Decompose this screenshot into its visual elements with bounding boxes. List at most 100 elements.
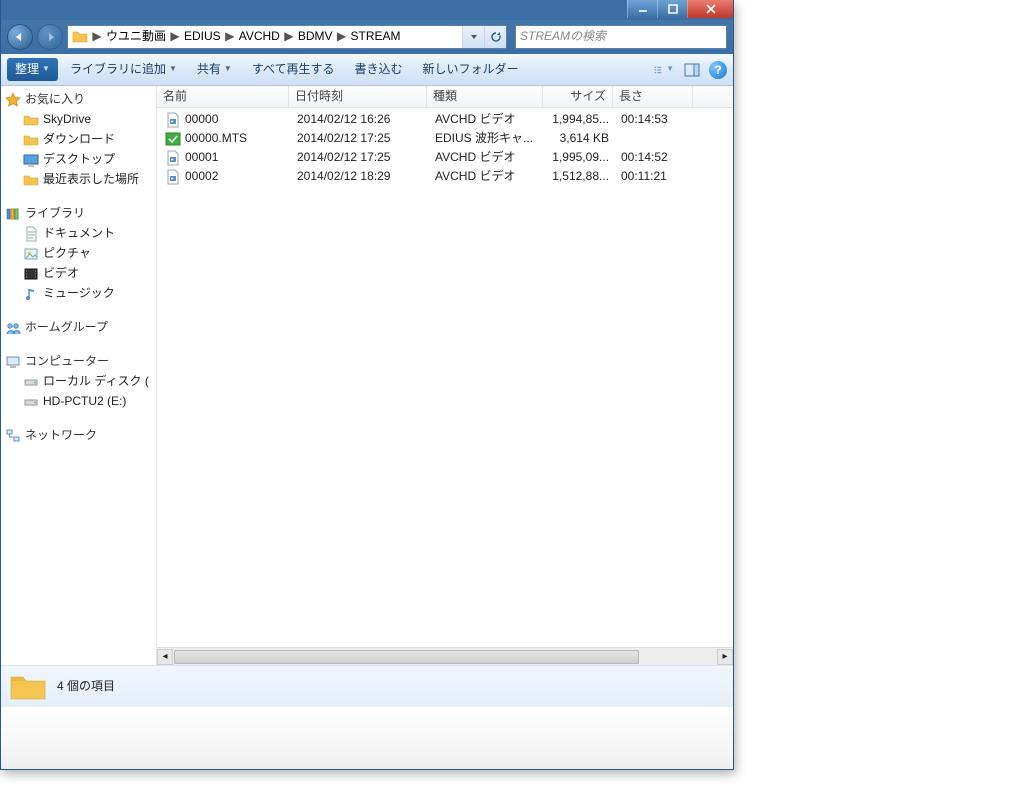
- scroll-left-button[interactable]: ◂: [157, 649, 173, 665]
- forward-button[interactable]: [37, 24, 63, 50]
- cell-date: 2014/02/12 18:29: [291, 169, 429, 185]
- cell-size: 1,994,85...: [545, 112, 615, 128]
- nav-label: ミュージック: [43, 286, 115, 302]
- libraries-group: ライブラリ ドキュメント ピクチャ ビデオ ミュージック: [1, 204, 156, 304]
- folder-icon: [23, 132, 39, 148]
- newfolder-button[interactable]: 新しいフォルダー: [415, 58, 527, 82]
- cell-date: 2014/02/12 17:25: [291, 131, 429, 147]
- libraries-header[interactable]: ライブラリ: [1, 204, 156, 224]
- nav-external-drive[interactable]: HD-PCTU2 (E:): [1, 392, 156, 412]
- file-row[interactable]: 000002014/02/12 16:26AVCHD ビデオ1,994,85..…: [157, 110, 733, 129]
- col-name[interactable]: 名前: [157, 86, 289, 107]
- preview-pane-button[interactable]: [681, 60, 703, 80]
- refresh-button[interactable]: [484, 25, 506, 49]
- nav-label: ピクチャ: [43, 246, 91, 262]
- drive-icon: [23, 394, 39, 410]
- view-menu[interactable]: ▼: [653, 60, 675, 80]
- computer-header[interactable]: コンピューター: [1, 352, 156, 372]
- cell-size: 3,614 KB: [545, 131, 615, 147]
- cell-size: 1,512,88...: [545, 169, 615, 185]
- nav-pictures[interactable]: ピクチャ: [1, 244, 156, 264]
- maximize-button[interactable]: [657, 0, 687, 18]
- content-pane: 名前 日付時刻 種類 サイズ 長さ 000002014/02/12 16:26A…: [156, 86, 733, 665]
- nav-documents[interactable]: ドキュメント: [1, 224, 156, 244]
- video-icon: [23, 266, 39, 282]
- include-library-menu[interactable]: ライブラリに追加▼: [62, 58, 185, 82]
- burn-label: 書き込む: [355, 62, 403, 78]
- organize-menu[interactable]: 整理▼: [7, 58, 58, 82]
- crumb[interactable]: ウユニ動画: [102, 27, 170, 47]
- cell-type: AVCHD ビデオ: [429, 150, 545, 166]
- file-row[interactable]: 000022014/02/12 18:29AVCHD ビデオ1,512,88..…: [157, 167, 733, 186]
- crumb[interactable]: AVCHD: [235, 27, 284, 47]
- folder-icon: [23, 112, 39, 128]
- chevron-right-icon: ▶: [92, 29, 102, 45]
- chevron-down-icon: [470, 33, 478, 41]
- favorites-group: お気に入り SkyDrive ダウンロード デスクトップ 最近表示した場所: [1, 90, 156, 190]
- address-dropdown-button[interactable]: [462, 25, 484, 49]
- arrow-left-icon: [14, 31, 26, 43]
- back-button[interactable]: [7, 24, 33, 50]
- playall-button[interactable]: すべて再生する: [244, 58, 343, 82]
- nav-localdisk[interactable]: ローカル ディスク (: [1, 372, 156, 392]
- minimize-icon: [638, 4, 648, 14]
- folder-icon: [9, 671, 47, 703]
- maximize-icon: [668, 4, 678, 14]
- cell-length: 00:14:53: [615, 112, 695, 128]
- minimize-button[interactable]: [627, 0, 657, 18]
- cell-length: 00:11:21: [615, 169, 695, 185]
- arrow-right-icon: [44, 31, 56, 43]
- libraries-label: ライブラリ: [25, 206, 85, 222]
- nav-desktop[interactable]: デスクトップ: [1, 150, 156, 170]
- desktop-icon: [23, 152, 39, 168]
- network-header[interactable]: ネットワーク: [1, 426, 156, 446]
- nav-videos[interactable]: ビデオ: [1, 264, 156, 284]
- col-date[interactable]: 日付時刻: [289, 86, 427, 107]
- picture-icon: [23, 246, 39, 262]
- col-size[interactable]: サイズ: [543, 86, 613, 107]
- col-type[interactable]: 種類: [427, 86, 543, 107]
- organize-label: 整理: [15, 62, 39, 78]
- col-length[interactable]: 長さ: [613, 86, 693, 107]
- favorites-header[interactable]: お気に入り: [1, 90, 156, 110]
- scroll-thumb[interactable]: [174, 650, 639, 664]
- network-icon: [5, 428, 21, 444]
- help-button[interactable]: ?: [709, 61, 727, 79]
- chevron-right-icon: ▶: [284, 29, 294, 45]
- document-icon: [23, 226, 39, 242]
- cell-name: 00002: [159, 169, 291, 185]
- scroll-track[interactable]: [173, 649, 717, 665]
- computer-icon: [5, 354, 21, 370]
- crumb[interactable]: BDMV: [294, 27, 337, 47]
- address-bar[interactable]: ▶ ウユニ動画 ▶ EDIUS ▶ AVCHD ▶ BDMV ▶ STREAM: [67, 25, 507, 49]
- nav-recent[interactable]: 最近表示した場所: [1, 170, 156, 190]
- file-row[interactable]: 000012014/02/12 17:25AVCHD ビデオ1,995,09..…: [157, 148, 733, 167]
- share-menu[interactable]: 共有▼: [189, 58, 240, 82]
- video-file-icon: [165, 112, 181, 128]
- crumb[interactable]: EDIUS: [180, 27, 225, 47]
- chevron-right-icon: ▶: [337, 29, 347, 45]
- burn-button[interactable]: 書き込む: [347, 58, 411, 82]
- playall-label: すべて再生する: [252, 62, 335, 78]
- cell-type: EDIUS 波形キャ...: [429, 131, 545, 147]
- homegroup-header[interactable]: ホームグループ: [1, 318, 156, 338]
- scroll-right-button[interactable]: ▸: [717, 649, 733, 665]
- nav-label: 最近表示した場所: [43, 172, 139, 188]
- refresh-icon: [490, 31, 502, 43]
- close-button[interactable]: [687, 0, 733, 18]
- recent-icon: [23, 172, 39, 188]
- nav-music[interactable]: ミュージック: [1, 284, 156, 304]
- music-icon: [23, 286, 39, 302]
- horizontal-scrollbar[interactable]: ◂ ▸: [157, 647, 733, 665]
- status-bar: 4 個の項目: [1, 665, 733, 707]
- search-input[interactable]: STREAMの検索: [515, 25, 727, 49]
- file-row[interactable]: 00000.MTS2014/02/12 17:25EDIUS 波形キャ...3,…: [157, 129, 733, 148]
- network-label: ネットワーク: [25, 428, 97, 444]
- crumb[interactable]: STREAM: [347, 27, 405, 47]
- cell-type: AVCHD ビデオ: [429, 112, 545, 128]
- cell-size: 1,995,09...: [545, 150, 615, 166]
- cell-length: 00:14:52: [615, 150, 695, 166]
- nav-downloads[interactable]: ダウンロード: [1, 130, 156, 150]
- cell-name: 00000.MTS: [159, 131, 291, 147]
- nav-skydrive[interactable]: SkyDrive: [1, 110, 156, 130]
